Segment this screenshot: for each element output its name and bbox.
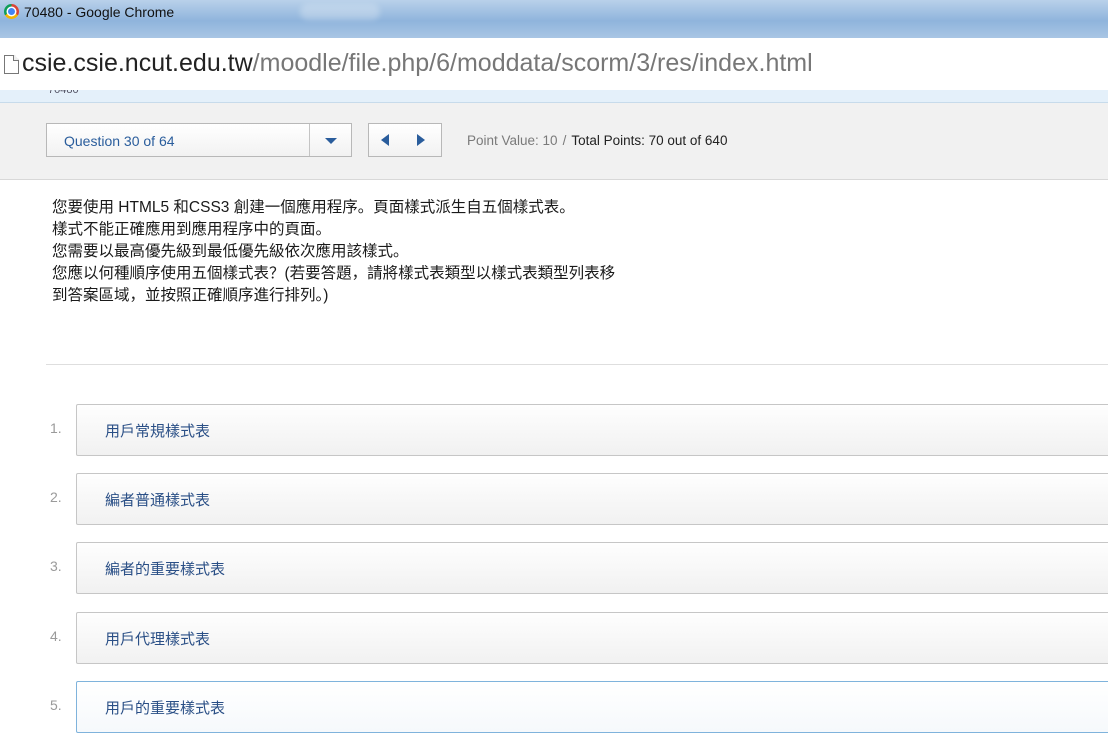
answer-item[interactable]: 用戶常規樣式表 <box>76 404 1108 456</box>
title-bar-highlight <box>300 4 380 20</box>
next-question-button[interactable] <box>405 124 441 156</box>
answer-number: 1. <box>50 420 62 436</box>
url-path: /moodle/file.php/6/moddata/scorm/3/res/i… <box>252 49 813 77</box>
content-divider <box>46 364 1108 365</box>
answer-item[interactable]: 編者普通樣式表 <box>76 473 1108 525</box>
answer-label: 編者的重要樣式表 <box>105 561 226 578</box>
question-line: 樣式不能正確應用到應用程序中的頁面。 <box>52 221 332 238</box>
answer-label: 編者普通樣式表 <box>105 492 211 509</box>
answer-row: 1. 用戶常規樣式表 <box>0 404 1108 456</box>
question-selector-label: Question 30 of 64 <box>64 133 175 149</box>
points-info: Point Value: 10 / Total Points: 70 out of … <box>467 133 727 148</box>
question-selector[interactable]: Question 30 of 64 <box>46 123 352 157</box>
question-line: 您要使用 HTML5 和CSS3 創建一個應用程序。頁面樣式派生自五個樣式表。 <box>52 199 575 216</box>
url-domain: csie.csie.ncut.edu.tw <box>22 49 253 77</box>
answer-number: 4. <box>50 628 62 644</box>
question-toolbar: Question 30 of 64 Point Value: 10 / Total … <box>0 103 1108 180</box>
answer-label: 用戶的重要樣式表 <box>105 700 226 717</box>
previous-question-button[interactable] <box>369 124 405 156</box>
answer-number: 5. <box>50 697 62 713</box>
url-text[interactable]: csie.csie.ncut.edu.tw/moodle/file.php/6/… <box>22 49 813 78</box>
address-bar[interactable]: csie.csie.ncut.edu.tw/moodle/file.php/6/… <box>0 38 1108 92</box>
answer-label: 用戶代理樣式表 <box>105 631 211 648</box>
answer-number: 2. <box>50 489 62 505</box>
answer-item[interactable]: 用戶代理樣式表 <box>76 612 1108 664</box>
answer-item[interactable]: 用戶的重要樣式表 <box>76 681 1108 733</box>
answer-row: 4. 用戶代理樣式表 <box>0 612 1108 664</box>
page-header-strip: 70480 <box>0 90 1108 103</box>
answer-item[interactable]: 編者的重要樣式表 <box>76 542 1108 594</box>
point-value: Point Value: 10 <box>467 133 558 148</box>
points-separator: / <box>562 133 567 148</box>
answer-row: 5. 用戶的重要樣式表 <box>0 681 1108 733</box>
page-header-text: 70480 <box>48 90 79 96</box>
answer-label: 用戶常規樣式表 <box>105 423 211 440</box>
answer-row: 2. 編者普通樣式表 <box>0 473 1108 525</box>
question-line: 您應以何種順序使用五個樣式表？(若要答題，請將樣式表類型以樣式表類型列表移 <box>52 265 616 282</box>
answer-number: 3. <box>50 558 62 574</box>
total-points: Total Points: 70 out of 640 <box>571 133 728 148</box>
question-line: 您需要以最高優先級到最低優先級依次應用該樣式。 <box>52 243 409 260</box>
chevron-down-icon[interactable] <box>310 124 351 156</box>
chrome-icon <box>4 4 19 19</box>
question-line: 到答案區域，並按照正確順序進行排列。) <box>52 287 329 304</box>
window-title: 70480 - Google Chrome <box>24 4 175 20</box>
window-title-bar[interactable]: 70480 - Google Chrome <box>0 0 1108 39</box>
page-icon <box>4 55 19 74</box>
answer-row: 3. 編者的重要樣式表 <box>0 542 1108 594</box>
question-text: 您要使用 HTML5 和CSS3 創建一個應用程序。頁面樣式派生自五個樣式表。 … <box>52 197 1052 307</box>
question-nav-buttons <box>368 123 442 157</box>
